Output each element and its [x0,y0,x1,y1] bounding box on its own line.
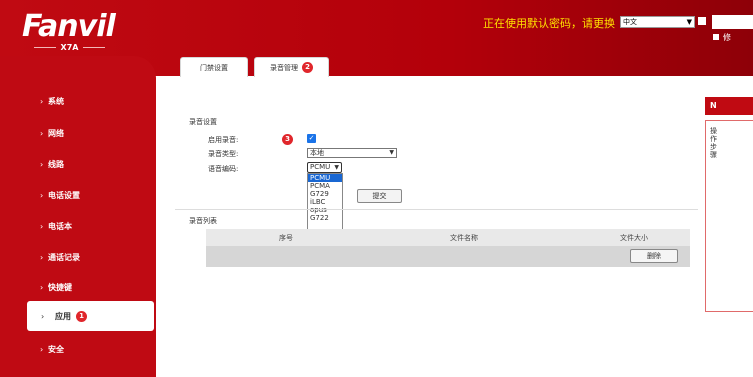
codec-option-pcmu[interactable]: PCMU [308,174,342,182]
recording-type-value: 本地 [310,149,324,157]
recording-settings-title: 录音设置 [189,118,217,126]
recording-table-header: 序号 文件名称 文件大小 [206,229,690,246]
sidebar-item-shortcuts[interactable]: › 快捷键 [0,272,156,302]
column-file-name: 文件名称 [450,234,478,242]
chevron-right-icon: › [40,96,44,106]
header-checkbox[interactable] [698,17,706,25]
column-file-size: 文件大小 [620,234,648,242]
logo-line-right [83,47,106,48]
sidebar-item-system[interactable]: › 系统 [0,86,156,116]
sidebar-item-application[interactable]: › 应用 1 [27,301,154,331]
main-content: 录音设置 启用录音: 3 ✓ 录音类型: 本地 ▼ 语音编码: PCMU ▼ P… [156,77,716,377]
sidebar-item-label: 系统 [48,96,64,106]
sidebar-item-network[interactable]: › 网络 [0,118,156,148]
logo-text: Fanvil [22,9,116,44]
default-password-warning[interactable]: 正在使用默认密码，请更换 [483,15,615,31]
fanvil-logo: Fanvil X7A [22,9,117,53]
chevron-right-icon: › [40,190,44,200]
language-select[interactable]: 中文 ▼ [620,16,695,28]
sidebar: › 系统 › 网络 › 线路 › 电话设置 › 电话本 › 通话记录 › 快捷键… [0,56,156,377]
recording-type-label: 录音类型: [208,150,239,158]
model-label: X7A [60,43,79,52]
sidebar-item-call-log[interactable]: › 通话记录 [0,242,156,272]
sidebar-item-label: 通话记录 [48,252,80,262]
codec-select[interactable]: PCMU ▼ [307,162,342,173]
codec-dropdown-list: PCMU PCMA G729 iLBC opus G722 [307,173,343,231]
chevron-right-icon: › [40,344,44,354]
chevron-right-icon: › [40,128,44,138]
header-field[interactable] [712,15,753,29]
chevron-right-icon: › [40,159,44,169]
delete-button[interactable]: 删除 [630,249,678,263]
sidebar-item-line[interactable]: › 线路 [0,149,156,179]
language-value: 中文 [623,18,637,26]
sidebar-item-label: 网络 [48,128,64,138]
sidebar-item-security[interactable]: › 安全 [0,334,156,364]
sidebar-item-label: 应用 [55,311,71,321]
enable-recording-label: 启用录音: [208,136,239,144]
sidebar-item-label: 线路 [48,159,64,169]
recording-table-footer: 删除 [206,246,690,267]
column-index: 序号 [279,234,293,242]
header-small-checkbox[interactable] [713,34,719,40]
help-panel-header: N [705,97,753,115]
step-badge-1: 1 [76,310,87,322]
header-partial-text: 修 [723,33,731,42]
codec-option-opus[interactable]: opus [308,206,342,214]
submit-button[interactable]: 提交 [357,189,402,203]
help-panel-text: 操作步骤 [710,127,717,159]
recording-list-title: 录音列表 [189,217,217,225]
chevron-right-icon: › [41,311,45,321]
step-badge-3: 3 [282,134,293,145]
chevron-right-icon: › [40,282,44,292]
codec-label: 语音编码: [208,165,239,173]
tab-door-settings[interactable]: 门禁设置 [180,57,248,77]
sidebar-item-label: 电话设置 [48,190,80,200]
codec-option-g729[interactable]: G729 [308,190,342,198]
logo-line-left [33,47,56,48]
codec-value: PCMU [310,163,331,171]
tab-recording-management[interactable]: 录音管理 2 [254,57,329,77]
tab-label: 录音管理 [270,63,298,72]
tab-label: 门禁设置 [200,63,228,72]
sidebar-item-phone-settings[interactable]: › 电话设置 [0,180,156,210]
sidebar-item-label: 安全 [48,344,64,354]
recording-type-select[interactable]: 本地 ▼ [307,148,397,158]
chevron-right-icon: › [40,221,44,231]
logo-model-row: X7A [22,43,117,52]
section-divider [175,209,698,210]
codec-option-ilbc[interactable]: iLBC [308,198,342,206]
sidebar-item-label: 快捷键 [48,282,72,292]
chevron-down-icon: ▼ [389,149,394,156]
enable-recording-checkbox[interactable]: ✓ [307,134,316,143]
sidebar-item-phonebook[interactable]: › 电话本 [0,211,156,241]
sidebar-item-label: 电话本 [48,221,72,231]
chevron-down-icon: ▼ [686,18,692,26]
chevron-down-icon: ▼ [334,164,339,171]
chevron-right-icon: › [40,252,44,262]
codec-option-g722[interactable]: G722 [308,214,342,222]
step-badge-2: 2 [302,62,313,73]
codec-option-pcma[interactable]: PCMA [308,182,342,190]
